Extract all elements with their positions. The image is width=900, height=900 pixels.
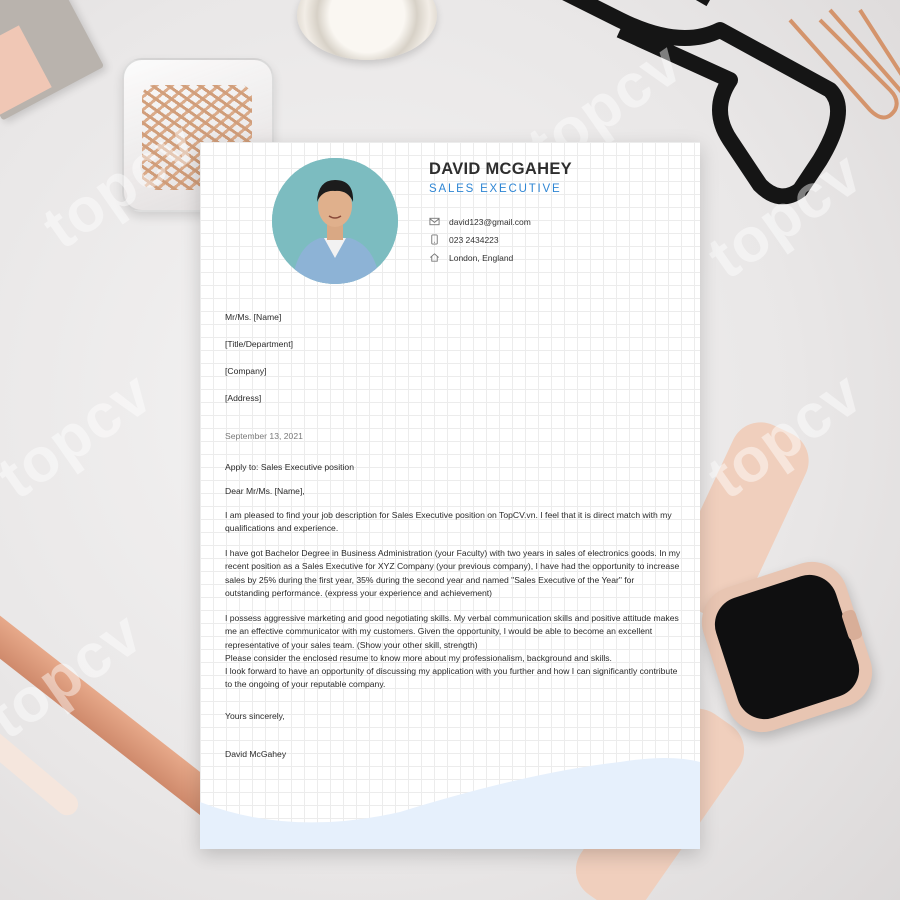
contact-location: London, England xyxy=(429,252,513,263)
body-paragraph-1: I am pleased to find your job descriptio… xyxy=(225,510,672,534)
recipient-company: [Company] xyxy=(225,366,267,376)
applicant-name: DAVID MCGAHEY xyxy=(429,160,572,178)
phone-icon xyxy=(431,234,438,245)
letter-date: September 13, 2021 xyxy=(225,431,303,441)
jar-lid xyxy=(297,0,437,60)
desk-scene: topcv topcv topcv topcv topcv topcv DAVI… xyxy=(0,0,900,900)
email-text: david123@gmail.com xyxy=(449,216,531,227)
recipient-address: [Address] xyxy=(225,393,262,403)
contact-phone: 023 2434223 xyxy=(429,234,499,245)
letter-greeting: Dear Mr/Ms. [Name], xyxy=(225,486,305,496)
body-paragraph-3: I possess aggressive marketing and good … xyxy=(225,613,679,650)
letter-signature: David McGahey xyxy=(225,749,287,759)
cover-letter-document: DAVID MCGAHEY SALES EXECUTIVE david123@g… xyxy=(200,142,700,849)
watch-screen xyxy=(707,567,867,727)
contact-email: david123@gmail.com xyxy=(429,216,531,227)
location-text: London, England xyxy=(449,252,514,263)
letter-closing: Yours sincerely, xyxy=(225,711,285,721)
body-paragraph-4: Please consider the enclosed resume to k… xyxy=(225,653,612,663)
home-icon xyxy=(430,253,439,262)
watermark: topcv xyxy=(0,358,165,513)
profile-photo xyxy=(272,158,398,284)
email-icon xyxy=(429,217,440,226)
loose-paperclips xyxy=(788,8,900,120)
job-title: SALES EXECUTIVE xyxy=(429,183,562,195)
body-paragraph-2: I have got Bachelor Degree in Business A… xyxy=(225,548,681,599)
body-paragraph-5: I look forward to have an opportunity of… xyxy=(225,666,678,690)
recipient-name: Mr/Ms. [Name] xyxy=(225,312,282,322)
letter-subject: Apply to: Sales Executive position xyxy=(225,462,354,472)
phone-text: 023 2434223 xyxy=(449,234,499,245)
recipient-title: [Title/Department] xyxy=(225,339,293,349)
